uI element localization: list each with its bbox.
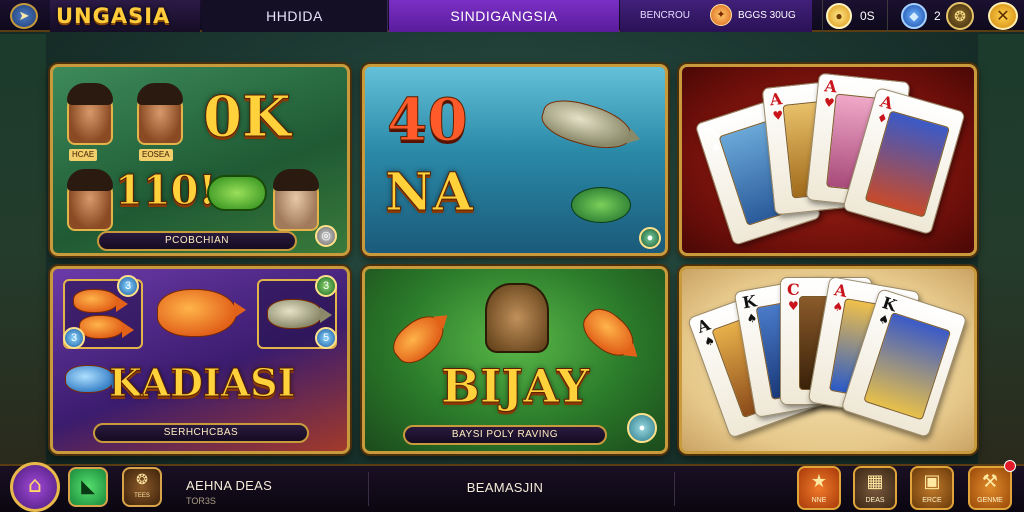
game-tile-jungle[interactable]: BIJAY BAYSI POLY RAVING ● bbox=[362, 266, 668, 454]
character-portrait bbox=[273, 169, 319, 231]
news-subtitle: TOR3S bbox=[186, 496, 216, 506]
divider bbox=[674, 472, 675, 506]
back-button[interactable]: ➤ bbox=[10, 3, 38, 29]
gem-icon: ◆ bbox=[901, 3, 927, 29]
multiplier-badge: 3 bbox=[63, 327, 85, 349]
jungle-decoration-left bbox=[0, 34, 46, 464]
character-tag: HCAE bbox=[69, 149, 98, 161]
tab-hhdida[interactable]: HHDIDA bbox=[202, 0, 388, 32]
tile-subheadline: 110! bbox=[114, 167, 217, 214]
home-button[interactable]: ⌂ bbox=[10, 462, 60, 512]
jungle-decoration-right bbox=[978, 34, 1024, 464]
menu-label: ERCE bbox=[922, 497, 942, 504]
menu-button-grid[interactable]: ▦ DEAS bbox=[853, 466, 897, 510]
emblem-icon: ❂ bbox=[136, 472, 148, 488]
menu-label: NNE bbox=[811, 497, 827, 504]
coin-balance: 0S bbox=[860, 9, 875, 23]
close-button[interactable]: ✕ bbox=[988, 2, 1018, 30]
emblem-label: TEES bbox=[134, 493, 150, 499]
multiplier-badge: 5 bbox=[315, 327, 337, 349]
tab-sindigangsia[interactable]: SINDIGANGSIA bbox=[389, 0, 619, 32]
gem-balance: 2 bbox=[934, 9, 941, 23]
menu-label: DEAS bbox=[865, 497, 885, 504]
card-rank: A bbox=[823, 76, 838, 97]
fish-icon bbox=[79, 315, 134, 339]
fish-icon bbox=[65, 365, 124, 393]
chip-icon: ● bbox=[639, 227, 661, 249]
tile-label: PCOBCHIAN bbox=[97, 231, 297, 251]
news-title[interactable]: AEHNA DEAS bbox=[186, 478, 272, 493]
multiplier-badge: 3 bbox=[117, 275, 139, 297]
character-tag: EOSEA bbox=[139, 149, 173, 161]
card-rank: A bbox=[768, 89, 784, 110]
emblem-button[interactable]: ❂ TEES bbox=[122, 467, 162, 507]
game-tile-portraits[interactable]: HCAE EOSEA 0K 110! PCOBCHIAN ◎ bbox=[50, 64, 350, 256]
close-icon: ✕ bbox=[996, 6, 1010, 25]
coin-icon: ● bbox=[826, 3, 852, 29]
fish-icon bbox=[73, 289, 128, 313]
tools-icon: ⚒ bbox=[981, 471, 999, 492]
card-art bbox=[863, 311, 952, 421]
tile-label: SERHCHCBAS bbox=[93, 423, 309, 443]
card-rank: A bbox=[832, 280, 849, 302]
game-tile-cards-cream[interactable]: A ♠ K ♠ C ♥ A ♠ K ♠ bbox=[679, 266, 977, 454]
grid-icon: ▦ bbox=[866, 471, 884, 492]
game-tile-cards-red[interactable]: A ♠ A ♥ A ♥ A ♦ bbox=[679, 64, 977, 256]
home-icon: ⌂ bbox=[28, 473, 42, 498]
promo-label: BENCROU bbox=[640, 10, 691, 21]
promo-count: BGGS 30UG bbox=[738, 10, 796, 21]
character-portrait bbox=[137, 83, 183, 145]
menu-button-chest[interactable]: ▣ ERCE bbox=[910, 466, 954, 510]
menu-label: GENME bbox=[977, 497, 1003, 504]
orb-icon: ● bbox=[627, 413, 657, 443]
fire-coin-icon: ✦ bbox=[710, 4, 732, 26]
card-rank: C bbox=[787, 280, 800, 299]
character-portrait bbox=[67, 169, 113, 231]
card-suit: ♥ bbox=[788, 299, 799, 313]
tile-label: BAYSI POLY RAVING bbox=[403, 425, 607, 445]
game-tile-fish-slot[interactable]: 3 3 3 5 KADIASI SERHCHCBAS bbox=[50, 266, 350, 454]
center-label[interactable]: BEAMASJIN bbox=[430, 480, 580, 495]
multiplier-badge: 3 bbox=[315, 275, 337, 297]
menu-button-tools[interactable]: ⚒ GENME bbox=[968, 466, 1012, 510]
menu-button-star[interactable]: ★ NNE bbox=[797, 466, 841, 510]
tile-subheadline: NA bbox=[385, 162, 474, 223]
card-rank: A bbox=[878, 91, 896, 114]
tile-headline: 0K bbox=[203, 84, 292, 150]
chat-button[interactable]: ◣ bbox=[68, 467, 108, 507]
tile-headline: 40 bbox=[387, 86, 469, 154]
tile-headline: BIJAY bbox=[440, 359, 590, 413]
arrow-icon: ➤ bbox=[18, 8, 30, 24]
tile-headline: KADIASI bbox=[108, 360, 296, 405]
notification-dot bbox=[1004, 460, 1016, 472]
frog-icon bbox=[571, 187, 631, 223]
profile-emblem-icon[interactable]: ❂ bbox=[946, 2, 974, 30]
chip-icon: ◎ bbox=[315, 225, 337, 247]
chest-icon: ▣ bbox=[923, 471, 941, 492]
star-icon: ★ bbox=[810, 471, 828, 492]
idol-icon bbox=[485, 283, 549, 353]
fish-icon bbox=[575, 301, 643, 365]
divider bbox=[368, 472, 369, 506]
leaf-icon bbox=[207, 175, 267, 211]
game-tile-fishing[interactable]: 40 NA ● bbox=[362, 64, 668, 256]
app-logo: UNGASIA bbox=[56, 4, 171, 28]
fish-icon bbox=[267, 299, 332, 329]
fish-icon bbox=[157, 289, 246, 337]
card-art bbox=[864, 110, 951, 218]
character-portrait bbox=[67, 83, 113, 145]
chat-icon: ◣ bbox=[81, 476, 95, 497]
fish-icon bbox=[537, 93, 637, 157]
